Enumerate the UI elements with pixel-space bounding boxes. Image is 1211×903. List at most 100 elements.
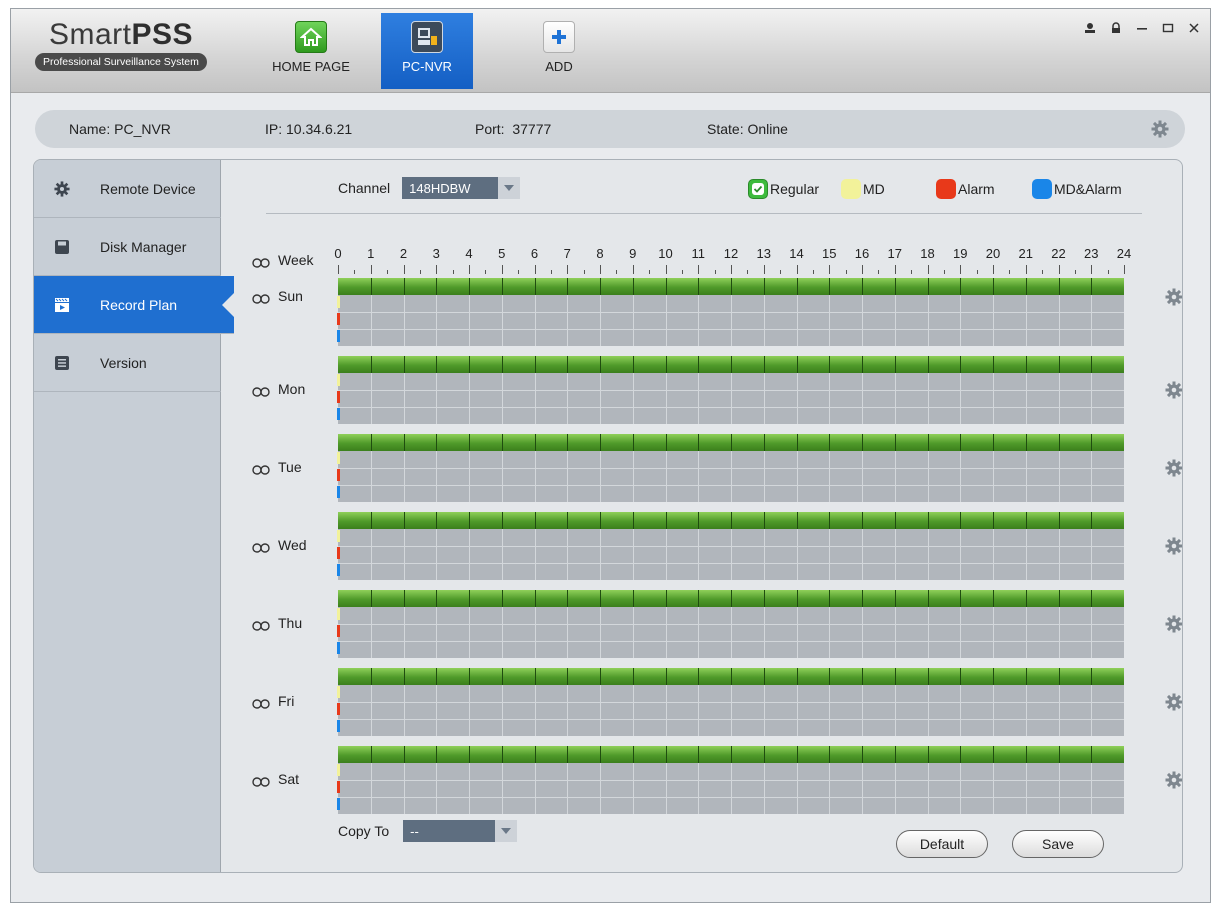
device-ip-value: 10.34.6.21	[286, 121, 353, 137]
grid-line	[1058, 668, 1060, 685]
channel-select[interactable]: 148HDBW	[402, 177, 521, 199]
grid-line	[567, 746, 569, 763]
sidebar-item-version[interactable]: Version	[34, 334, 221, 392]
grid-line	[370, 278, 372, 295]
schedule-grid[interactable]	[337, 278, 1124, 346]
grid-line	[829, 356, 831, 373]
tab-home-page[interactable]: HOME PAGE	[265, 13, 357, 89]
link-icon[interactable]	[252, 618, 270, 631]
day-row-sun: Sun	[252, 278, 1182, 346]
day-settings-gear-icon[interactable]	[1165, 615, 1182, 633]
grid-line	[698, 512, 700, 529]
alarm-marker	[337, 781, 340, 793]
half-hour-tick	[976, 270, 978, 274]
schedule-grid[interactable]	[337, 512, 1124, 580]
maximize-icon[interactable]	[1162, 21, 1174, 38]
day-settings-gear-icon[interactable]	[1165, 771, 1182, 789]
grid-line	[731, 434, 732, 451]
day-settings-gear-icon[interactable]	[1165, 537, 1182, 555]
grid-line	[665, 746, 667, 763]
sidebar-item-remote-device[interactable]: Remote Device	[34, 160, 221, 218]
grid-line	[698, 590, 700, 607]
copy-to-select[interactable]: --	[403, 820, 518, 842]
day-label-group: Wed	[252, 537, 307, 553]
grid-line	[796, 278, 798, 295]
half-hour-tick	[550, 270, 552, 274]
tab-pc-nvr[interactable]: PC-NVR	[381, 13, 473, 89]
grid-line	[927, 512, 929, 529]
grid-line	[403, 278, 405, 295]
regular-checkbox-icon[interactable]	[748, 179, 768, 199]
hour-tick-label: 17	[887, 246, 902, 261]
grid-line	[501, 512, 503, 529]
link-icon[interactable]	[252, 774, 270, 787]
home-icon	[295, 21, 327, 53]
user-icon[interactable]	[1084, 21, 1096, 38]
grid-line	[993, 590, 994, 607]
link-icon[interactable]	[252, 384, 270, 397]
hour-tick	[567, 265, 569, 274]
grid-line	[1058, 434, 1060, 451]
grid-line	[1091, 434, 1093, 451]
schedule-grid[interactable]	[337, 434, 1124, 502]
hour-tick	[501, 265, 503, 274]
schedule-grid[interactable]	[337, 746, 1124, 814]
hour-tick-label: 9	[629, 246, 637, 261]
md-marker	[337, 608, 340, 620]
day-label-group: Sun	[252, 288, 303, 304]
md-swatch	[841, 179, 861, 199]
hour-tick	[534, 265, 536, 274]
grid-line	[993, 278, 994, 295]
link-icon[interactable]	[252, 255, 270, 268]
grid-line	[338, 329, 1124, 330]
save-button[interactable]: Save	[1012, 830, 1104, 858]
half-hour-tick	[1107, 270, 1109, 274]
day-settings-gear-icon[interactable]	[1165, 459, 1182, 477]
day-label-group: Mon	[252, 381, 305, 397]
tab-add-label: ADD	[545, 59, 573, 74]
legend-md-alarm: MD&Alarm	[1032, 179, 1122, 199]
grid-line	[632, 590, 634, 607]
tab-add[interactable]: ADD	[513, 13, 605, 89]
grid-line	[469, 356, 470, 373]
default-button[interactable]: Default	[896, 830, 988, 858]
link-icon[interactable]	[252, 540, 270, 553]
minimize-icon[interactable]	[1136, 21, 1148, 38]
link-icon[interactable]	[252, 696, 270, 709]
schedule-grid[interactable]	[337, 668, 1124, 736]
device-name-field: Name: PC_NVR	[69, 121, 171, 137]
grid-line	[469, 512, 470, 529]
day-settings-gear-icon[interactable]	[1165, 381, 1182, 399]
hour-tick-label: 1	[367, 246, 375, 261]
grid-line	[632, 746, 634, 763]
day-label: Thu	[278, 615, 303, 631]
record-plan-content: Channel 148HDBW Regular MD Alarm MD&Alar…	[222, 160, 1182, 872]
grid-line	[993, 434, 994, 451]
day-settings-gear-icon[interactable]	[1165, 288, 1182, 306]
grid-line	[338, 312, 1124, 313]
half-hour-tick	[747, 270, 749, 274]
close-icon[interactable]	[1188, 21, 1200, 38]
sidebar-item-record-plan[interactable]: Record Plan	[34, 276, 234, 334]
app-window: SmartPSS Professional Surveillance Syste…	[10, 8, 1211, 903]
schedule-grid[interactable]	[337, 356, 1124, 424]
alarm-marker	[337, 469, 340, 481]
schedule-grid[interactable]	[337, 590, 1124, 658]
disk-icon	[54, 239, 70, 255]
grid-line	[567, 668, 569, 685]
sidebar-item-disk-manager[interactable]: Disk Manager	[34, 218, 221, 276]
grid-line	[501, 746, 503, 763]
link-icon[interactable]	[252, 291, 270, 304]
device-name-label: Name:	[69, 121, 111, 137]
day-settings-gear-icon[interactable]	[1165, 693, 1182, 711]
half-hour-tick	[387, 270, 389, 274]
link-icon[interactable]	[252, 462, 270, 475]
grid-line	[731, 668, 732, 685]
grid-line	[665, 590, 667, 607]
grid-line	[894, 356, 896, 373]
lock-icon[interactable]	[1110, 21, 1122, 38]
hour-tick-label: 8	[596, 246, 604, 261]
alarm-marker	[337, 703, 340, 715]
hour-tick	[862, 265, 863, 274]
device-settings-gear-icon[interactable]	[1151, 120, 1169, 141]
